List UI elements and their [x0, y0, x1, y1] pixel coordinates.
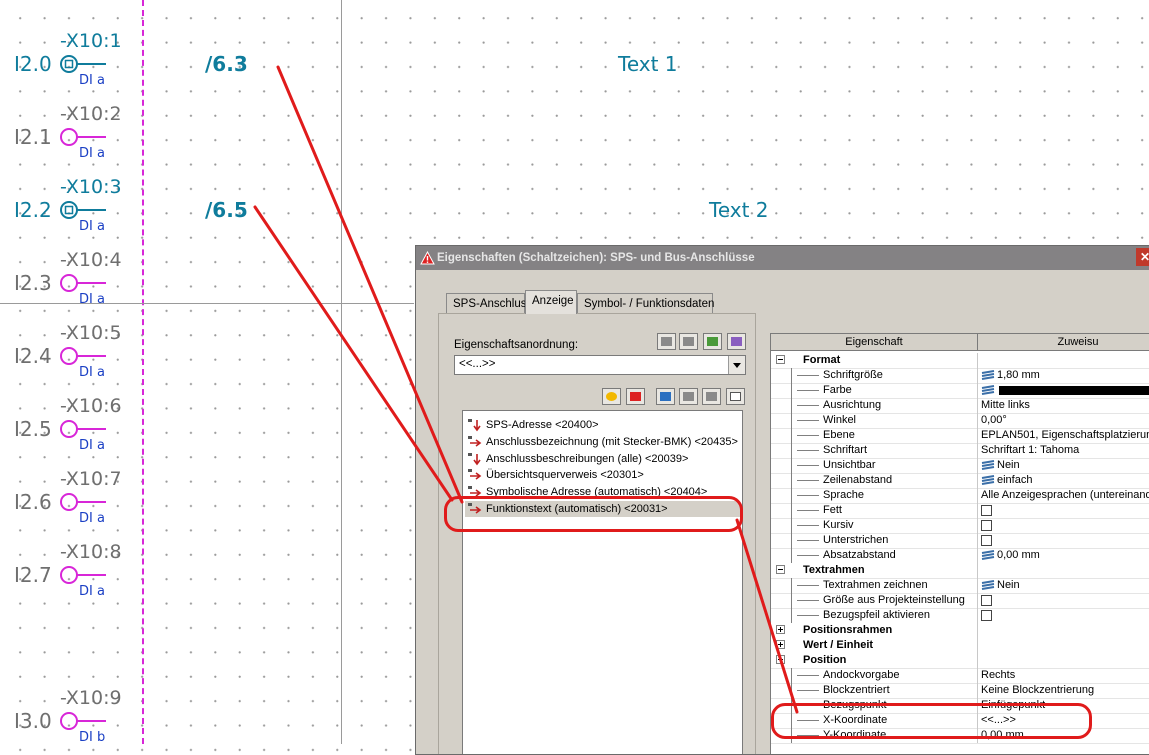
annotation-highlight-x-coordinate — [771, 703, 1092, 739]
tab-anzeige[interactable]: Anzeige — [525, 290, 577, 314]
annotation-highlight-list-item — [444, 496, 743, 532]
annotation-arrow-2 — [253, 205, 454, 502]
annotation-arrow-3 — [735, 518, 799, 714]
annotation-overlay — [253, 65, 799, 714]
